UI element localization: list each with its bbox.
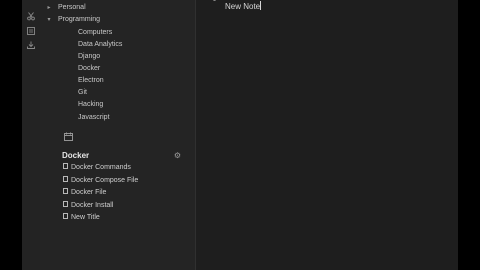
- note-item-docker-commands[interactable]: Docker Commands: [63, 162, 131, 174]
- tree-item-git[interactable]: Git: [78, 87, 87, 99]
- editor-pane[interactable]: New Note: [196, 0, 458, 270]
- sidebar: ▸ Personal ▾ Programming Computers Data …: [40, 0, 196, 270]
- gear-icon[interactable]: ⚙: [173, 151, 182, 160]
- tree-item-docker[interactable]: Docker: [78, 63, 100, 75]
- text-caret: [260, 1, 262, 10]
- chevron-down-icon[interactable]: ▾: [46, 14, 52, 26]
- document-icon: [63, 163, 68, 170]
- note-item-new-title[interactable]: New Title: [63, 212, 100, 224]
- bullet-handle[interactable]: [213, 0, 216, 1]
- tree-item-label: Personal: [58, 4, 86, 11]
- note-item-docker-compose-file[interactable]: Docker Compose File: [63, 175, 138, 187]
- icon-toolbar: [22, 0, 40, 270]
- note-label: Docker Compose File: [71, 177, 139, 184]
- document-icon: [63, 213, 68, 220]
- note-label: Docker Commands: [71, 164, 131, 171]
- document-icon: [63, 201, 68, 208]
- note-item-docker-install[interactable]: Docker Install: [63, 200, 113, 212]
- app-window: ▸ Personal ▾ Programming Computers Data …: [22, 0, 458, 270]
- chevron-right-icon[interactable]: ▸: [46, 2, 52, 14]
- scissors-icon[interactable]: [26, 8, 36, 21]
- note-label: Docker File: [71, 189, 107, 196]
- tree-item-javascript[interactable]: Javascript: [78, 112, 110, 124]
- tree-item-hacking[interactable]: Hacking: [78, 99, 103, 111]
- editor-text: New Note: [225, 2, 261, 11]
- section-title: Docker: [62, 151, 90, 160]
- tree-item-computers[interactable]: Computers: [78, 27, 112, 39]
- list-icon[interactable]: [26, 23, 36, 35]
- note-label: Docker Install: [71, 202, 114, 209]
- calendar-icon[interactable]: [64, 128, 73, 141]
- note-label: New Title: [71, 214, 100, 221]
- tree-item-electron[interactable]: Electron: [78, 75, 104, 87]
- tree-item-data-analytics[interactable]: Data Analytics: [78, 39, 122, 51]
- note-item-docker-file[interactable]: Docker File: [63, 187, 106, 199]
- editor-text-line[interactable]: New Note: [225, 1, 262, 13]
- document-icon: [63, 188, 68, 195]
- document-icon: [63, 176, 68, 183]
- download-icon[interactable]: [26, 37, 36, 49]
- tree-item-django[interactable]: Django: [78, 51, 100, 63]
- tree-item-label: Programming: [58, 16, 101, 23]
